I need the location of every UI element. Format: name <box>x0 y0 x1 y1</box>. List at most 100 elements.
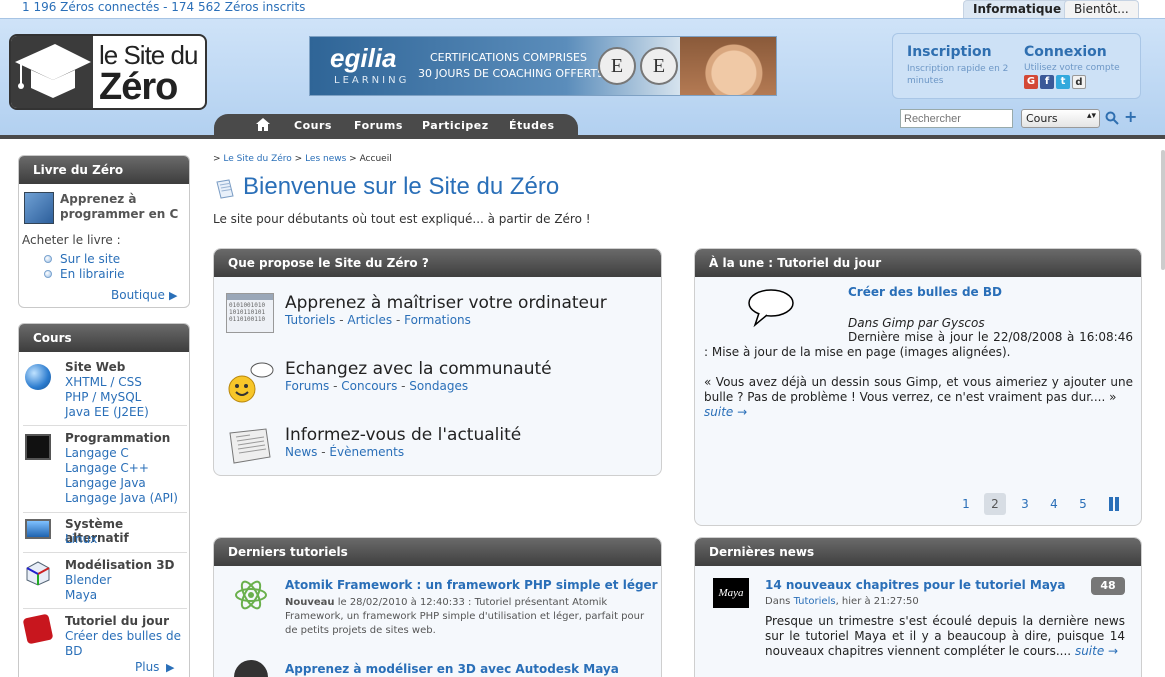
page-5[interactable]: 5 <box>1072 493 1094 515</box>
tuto-status-new: Nouveau <box>285 597 335 608</box>
propose-links-communaute: Forums - Concours - Sondages <box>285 379 469 393</box>
link-concours[interactable]: Concours <box>341 379 397 393</box>
tuto-title-atomik[interactable]: Atomik Framework : un framework PHP simp… <box>285 578 658 592</box>
news-meta-suffix: , hier à 21:27:50 <box>835 596 919 607</box>
nav-cours[interactable]: Cours <box>294 119 332 132</box>
header-divider <box>0 135 1165 139</box>
cours-link-linux[interactable]: Linux <box>65 532 97 546</box>
cours-link-java[interactable]: Langage Java <box>65 476 146 490</box>
maya-logo: Maya <box>713 578 749 608</box>
search-scope-select[interactable]: Cours ▴▾ <box>1021 109 1100 128</box>
une-tuto-title[interactable]: Créer des bulles de BD <box>848 285 1002 299</box>
ad-banner[interactable]: egilia LEARNING CERTIFICATIONS COMPRISES… <box>309 36 777 96</box>
boutique-link[interactable]: Boutique <box>111 288 165 302</box>
scrollbar[interactable] <box>1161 150 1165 270</box>
panel-propose: Que propose le Site du Zéro ? 0101001010… <box>213 248 662 476</box>
link-news[interactable]: News <box>285 445 317 459</box>
banner-photo <box>680 37 776 95</box>
cours-link-javaee[interactable]: Java EE (J2EE) <box>65 405 149 419</box>
breadcrumb-news[interactable]: Les news <box>305 154 346 164</box>
link-formations[interactable]: Formations <box>404 313 471 327</box>
google-icon[interactable]: G <box>1024 75 1038 89</box>
propose-title-actualite: Informez-vous de l'actualité <box>285 425 522 445</box>
tuto-desc-atomik: le 28/02/2010 à 12:40:33 : Tutoriel prés… <box>285 597 645 636</box>
site-logo[interactable]: le Site du Zéro <box>9 34 207 110</box>
plus-link[interactable]: Plus <box>135 660 159 674</box>
sidebar-cours-title: Cours <box>19 324 189 352</box>
link-sur-le-site[interactable]: Sur le site <box>60 252 120 266</box>
link-forums[interactable]: Forums <box>285 379 329 393</box>
pause-icon[interactable] <box>1103 493 1125 515</box>
panel-dernieres-news: Dernières news Maya 14 nouveaux chapitre… <box>694 537 1142 677</box>
news-body: Presque un trimestre s'est écoulé depuis… <box>765 614 1125 658</box>
divider <box>23 425 187 426</box>
search-input[interactable] <box>900 109 1013 128</box>
page-3[interactable]: 3 <box>1014 493 1036 515</box>
plus-icon[interactable]: + <box>1124 107 1137 126</box>
news-title[interactable]: 14 nouveaux chapitres pour le tutoriel M… <box>765 578 1066 592</box>
cat-programmation: Programmation <box>65 431 171 445</box>
book-text-2: programmer en C <box>60 207 179 221</box>
cours-link-bulles-bd-2[interactable]: BD <box>65 644 82 658</box>
page-1[interactable]: 1 <box>955 493 977 515</box>
news-suite-link[interactable]: suite → <box>1075 644 1118 658</box>
page-2-active[interactable]: 2 <box>984 493 1006 515</box>
tuto-title-maya[interactable]: Apprenez à modéliser en 3D avec Autodesk… <box>285 662 619 676</box>
une-suite-link[interactable]: suite → <box>704 405 1133 420</box>
nav-etudes[interactable]: Études <box>509 119 555 132</box>
cours-link-cpp[interactable]: Langage C++ <box>65 461 149 475</box>
propose-title-communaute: Echangez avec la communauté <box>285 359 552 379</box>
cours-link-java-api[interactable]: Langage Java (API) <box>65 491 178 505</box>
link-articles[interactable]: Articles <box>347 313 392 327</box>
sidebar-livre-title: Livre du Zéro <box>19 156 189 184</box>
cours-link-xhtml[interactable]: XHTML / CSS <box>65 375 142 389</box>
twitter-icon[interactable]: t <box>1056 75 1070 89</box>
search-icon[interactable] <box>1105 111 1119 128</box>
cours-link-php[interactable]: PHP / MySQL <box>65 390 141 404</box>
panel-derniers-tutoriels: Derniers tutoriels Atomik Framework : un… <box>213 537 662 677</box>
divider <box>23 512 187 513</box>
propose-title-ordinateur: Apprenez à maîtriser votre ordinateur <box>285 293 607 313</box>
link-en-librairie[interactable]: En librairie <box>60 267 125 281</box>
search-scope-value: Cours <box>1026 112 1058 125</box>
connexion-link[interactable]: Connexion <box>1024 44 1107 60</box>
link-evenements[interactable]: Évènements <box>329 445 404 459</box>
cours-link-c[interactable]: Langage C <box>65 446 129 460</box>
nav-participez[interactable]: Participez <box>422 119 489 132</box>
une-excerpt: « Vous avez déjà un dessin sous Gimp, et… <box>704 375 1133 404</box>
book-icon <box>24 192 54 224</box>
panel-a-la-une: À la une : Tutoriel du jour Créer des bu… <box>694 248 1142 526</box>
main-nav: Cours Forums Participez Études <box>214 114 578 137</box>
comment-count-badge[interactable]: 48 <box>1091 577 1125 595</box>
home-icon[interactable] <box>256 118 270 134</box>
propose-links-actualite: News - Évènements <box>285 445 405 459</box>
inscription-link[interactable]: Inscription <box>907 44 992 60</box>
cours-link-bulles-bd[interactable]: Créer des bulles de <box>65 629 181 643</box>
news-category-link[interactable]: Tutoriels <box>794 596 836 607</box>
breadcrumb-home[interactable]: Le Site du Zéro <box>223 154 291 164</box>
tab-informatique[interactable]: Informatique <box>963 0 1072 19</box>
newspaper-icon <box>226 425 274 465</box>
cours-link-maya[interactable]: Maya <box>65 588 97 602</box>
nav-forums[interactable]: Forums <box>354 119 403 132</box>
openid-icon[interactable]: d <box>1072 75 1086 89</box>
banner-line-2: 30 JOURS DE COACHING OFFERTS <box>418 67 605 80</box>
arrow-right-icon: ▶ <box>169 289 178 302</box>
facebook-icon[interactable]: f <box>1040 75 1054 89</box>
panel-une-title: À la une : Tutoriel du jour <box>695 249 1141 277</box>
sidebar-cours-box: Cours Site Web XHTML / CSS PHP / MySQL J… <box>18 323 190 677</box>
cours-link-blender[interactable]: Blender <box>65 573 112 587</box>
link-sondages[interactable]: Sondages <box>409 379 468 393</box>
une-update: Dernière mise à jour le 22/08/2008 à 16:… <box>704 330 1133 359</box>
banner-brand-sub: LEARNING <box>334 75 410 86</box>
une-body: Dernière mise à jour le 22/08/2008 à 16:… <box>704 330 1133 420</box>
seal-icon: E <box>640 47 678 85</box>
bullet-icon <box>44 255 52 263</box>
select-arrows-icon: ▴▾ <box>1086 111 1096 121</box>
acheter-label: Acheter le livre : <box>22 233 121 247</box>
logo-text-bottom: Zéro <box>99 66 178 108</box>
link-tutoriels[interactable]: Tutoriels <box>285 313 335 327</box>
tab-bientot[interactable]: Bientôt... <box>1064 0 1139 19</box>
page-4[interactable]: 4 <box>1043 493 1065 515</box>
panel-propose-title: Que propose le Site du Zéro ? <box>214 249 661 277</box>
